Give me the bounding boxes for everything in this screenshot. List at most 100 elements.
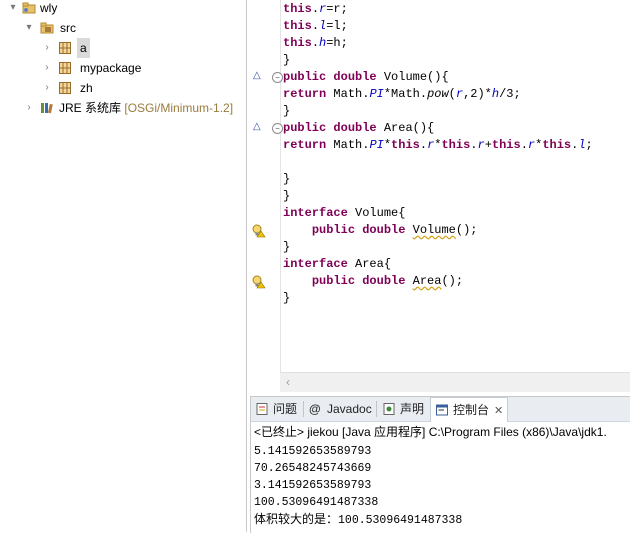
code-token: . (311, 2, 320, 16)
editor-gutter (250, 0, 280, 372)
tab-javadoc[interactable]: @ Javadoc (305, 397, 376, 421)
console-output-line: 5.141592653589793 (254, 445, 372, 458)
code-line[interactable]: } (283, 171, 290, 188)
code-token: public (311, 223, 356, 237)
package-icon (59, 82, 71, 94)
package-icon (59, 62, 71, 74)
code-line[interactable]: interface Area{ (283, 256, 391, 273)
package-explorer: ▾ wly ▾ src › a › mypackage › zh › JRE 系… (0, 0, 247, 532)
tree-project-wly[interactable]: ▾ wly (0, 0, 246, 18)
code-token: this (391, 138, 420, 152)
tree-label: JRE 系统库 [OSGi/Minimum-1.2] (59, 98, 233, 118)
tab-console[interactable]: 控制台 ✕ (430, 397, 509, 422)
code-line[interactable]: return Math.PI*this.r*this.r+this.r*this… (283, 137, 593, 154)
code-line[interactable]: public double Area(){ (283, 120, 434, 137)
code-token: return (283, 87, 327, 101)
close-icon[interactable]: ✕ (494, 405, 503, 417)
code-token: this (283, 36, 312, 50)
code-line[interactable]: return Math.PI*Math.pow(r,2)*h/3; (283, 86, 521, 103)
code-line[interactable]: } (283, 52, 290, 69)
horizontal-scrollbar[interactable]: ‹ (280, 372, 630, 392)
code-token: * (383, 138, 392, 152)
tab-label: 控制台 (453, 403, 490, 417)
tab-declaration[interactable]: 声明 (378, 397, 428, 421)
code-token: ; (585, 138, 593, 152)
chevron-right-icon[interactable]: › (42, 38, 52, 58)
code-line[interactable]: } (283, 239, 290, 256)
chevron-down-icon[interactable]: ▾ (24, 18, 34, 38)
console-output-final: 体积较大的是：100.53096491487338 (254, 511, 462, 528)
console-output-line: 100.53096491487338 (254, 496, 379, 509)
fold-collapse-icon[interactable]: − (272, 72, 283, 83)
tree-package-zh[interactable]: › zh (0, 78, 246, 98)
library-icon (41, 103, 53, 114)
code-token: (); (455, 223, 478, 237)
code-token: Math. (326, 87, 370, 101)
code-token: /3; (499, 87, 521, 101)
code-token: public (311, 274, 356, 288)
code-token: r (455, 87, 464, 101)
code-token: interface (283, 257, 348, 271)
panel-tab-bar: 问题 @ Javadoc 声明 控制台 ✕ (251, 397, 630, 422)
code-token: PI (369, 138, 384, 152)
tree-label: a (77, 38, 90, 58)
chevron-right-icon[interactable]: › (42, 58, 52, 78)
code-line[interactable]: public double Area(); (283, 273, 463, 290)
tree-package-a[interactable]: › a (0, 38, 246, 58)
warning-lightbulb-icon[interactable] (252, 275, 266, 289)
scroll-left-icon[interactable]: ‹ (286, 375, 290, 389)
code-token: Math. (326, 138, 370, 152)
code-line[interactable]: } (283, 103, 290, 120)
code-token: interface (283, 206, 348, 220)
code-token: this (283, 19, 312, 33)
chevron-down-icon[interactable]: ▾ (8, 0, 18, 18)
code-line[interactable]: public double Volume(); (283, 222, 478, 239)
chevron-right-icon[interactable]: › (42, 78, 52, 98)
code-token-warning: Volume (412, 223, 456, 237)
tree-src[interactable]: ▾ src (0, 18, 246, 38)
code-token: . (419, 138, 428, 152)
console-panel: 问题 @ Javadoc 声明 控制台 ✕ <已终止> jiekou [Java … (250, 396, 630, 533)
code-token: this (542, 138, 572, 152)
code-token: Area{ (347, 257, 392, 271)
code-token: *Math. (383, 87, 428, 101)
override-triangle-icon: △ (253, 70, 261, 81)
tree-jre-library[interactable]: › JRE 系统库 [OSGi/Minimum-1.2] (0, 98, 246, 118)
chevron-right-icon[interactable]: › (24, 98, 34, 118)
code-token-warning: Area (412, 274, 442, 288)
code-line[interactable]: } (283, 290, 290, 307)
code-line[interactable]: interface Volume{ (283, 205, 405, 222)
code-token: double (362, 223, 406, 237)
code-token: double (333, 70, 377, 84)
code-line[interactable]: public double Volume(){ (283, 69, 449, 86)
problems-icon (256, 403, 268, 415)
tree-package-mypackage[interactable]: › mypackage (0, 58, 246, 78)
code-line[interactable]: this.l=l; (283, 18, 348, 35)
code-token: l (578, 138, 586, 152)
final-value: 100.53096491487338 (338, 514, 463, 527)
warning-lightbulb-icon[interactable] (252, 224, 266, 238)
console-process-label: <已终止> jiekou [Java 应用程序] C:\Program File… (254, 425, 607, 439)
tab-problems[interactable]: 问题 (251, 397, 301, 421)
code-line[interactable]: this.h=h; (283, 35, 348, 52)
code-token: } (283, 291, 291, 305)
code-token: public (283, 121, 327, 135)
tab-label: Javadoc (327, 402, 372, 416)
fold-collapse-icon[interactable]: − (272, 123, 283, 134)
override-triangle-icon: △ (253, 121, 261, 132)
code-token: double (333, 121, 377, 135)
code-editor[interactable]: this.r=r; this.l=l; this.h=h;} public doubl… (250, 0, 630, 392)
code-token: (); (441, 274, 464, 288)
code-token: } (283, 240, 291, 254)
code-line[interactable]: this.r=r; (283, 1, 348, 18)
tab-separator (376, 401, 377, 417)
console-output-line: 70.26548245743669 (254, 462, 372, 475)
code-token: ,2)* (463, 87, 492, 101)
code-token: } (283, 53, 291, 67)
final-label: 体积较大的是： (254, 512, 339, 526)
code-token: =r; (326, 2, 348, 16)
code-line[interactable]: } (283, 188, 290, 205)
code-token: this (441, 138, 471, 152)
code-token: Area(){ (376, 121, 435, 135)
